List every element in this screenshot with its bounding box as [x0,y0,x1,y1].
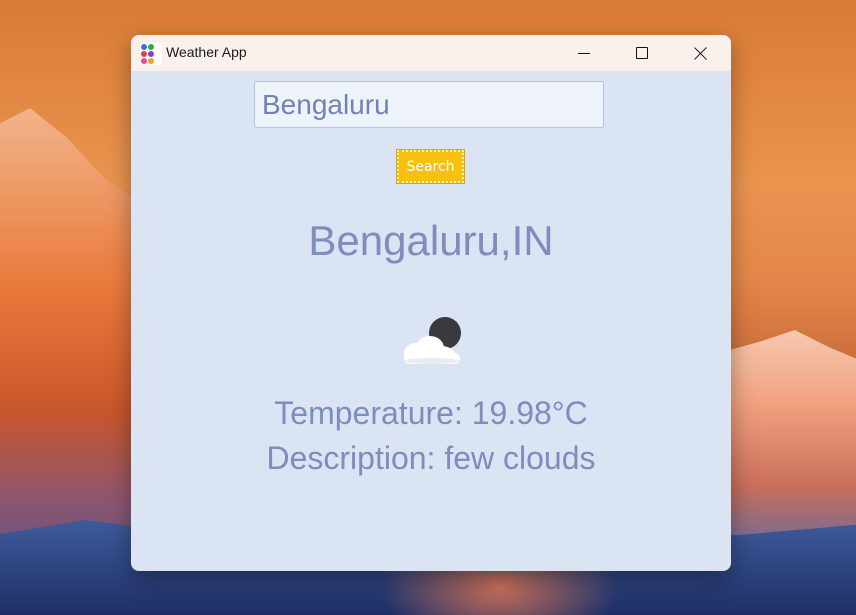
moon-cloud-icon [404,317,461,364]
temperature-label: Temperature: 19.98°C [274,395,588,431]
weather-app-window: Weather App Search Bengaluru,IN Temperat… [131,35,731,571]
app-icon [140,43,162,65]
close-button[interactable] [671,35,729,71]
minimize-icon [578,52,590,54]
maximize-button[interactable] [613,35,671,71]
close-icon [694,47,707,60]
minimize-button[interactable] [555,35,613,71]
city-search-input[interactable] [254,81,604,128]
title-bar[interactable]: Weather App [131,35,731,71]
window-title: Weather App [166,44,247,60]
description-label: Description: few clouds [266,440,596,476]
search-button[interactable]: Search [396,149,465,184]
city-name: Bengaluru,IN [308,217,554,264]
maximize-icon [636,47,648,59]
